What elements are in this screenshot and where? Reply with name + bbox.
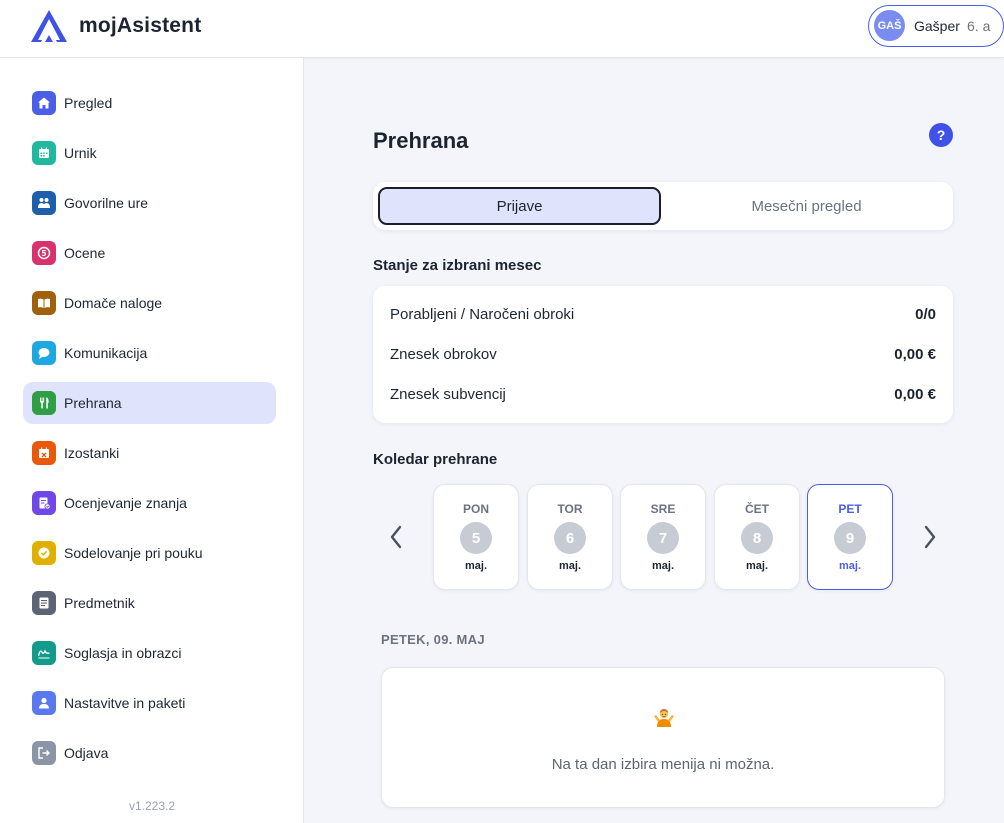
summary-row: Znesek subvencij 0,00 €	[390, 386, 936, 406]
sidebar-item-label: Ocene	[64, 245, 106, 261]
user-icon	[32, 691, 56, 715]
sidebar-item-label: Ocenjevanje znanja	[64, 495, 187, 511]
shrug-icon	[654, 709, 674, 727]
day-number: 5	[460, 522, 492, 554]
day-card-pet[interactable]: PET 9 maj.	[807, 484, 893, 590]
sidebar-item-pregled[interactable]: Pregled	[23, 82, 276, 124]
sidebar-item-soglasja-in-obrazci[interactable]: Soglasja in obrazci	[23, 632, 276, 674]
sidebar-item-label: Govorilne ure	[64, 195, 149, 211]
summary-row-label: Znesek subvencij	[390, 386, 506, 403]
people-icon	[32, 191, 56, 215]
chevron-left-icon	[390, 525, 402, 549]
day-card-cet[interactable]: ČET 8 maj.	[714, 484, 800, 590]
grade-icon: 5	[32, 241, 56, 265]
summary-row: Znesek obrokov 0,00 €	[390, 346, 936, 366]
sidebar-item-sodelovanje-pri-pouku[interactable]: Sodelovanje pri pouku	[23, 532, 276, 574]
sidebar-item-label: Nastavitve in paketi	[64, 695, 186, 711]
sidebar-item-komunikacija[interactable]: Komunikacija	[23, 332, 276, 374]
calendar-icon	[32, 141, 56, 165]
signature-icon	[32, 641, 56, 665]
day-card-pon[interactable]: PON 5 maj.	[433, 484, 519, 590]
day-name: PET	[838, 502, 862, 516]
day-number: 6	[554, 522, 586, 554]
app-name: mojAsistent	[79, 14, 202, 37]
sidebar-item-predmetnik[interactable]: Predmetnik	[23, 582, 276, 624]
sidebar-item-label: Soglasja in obrazci	[64, 645, 182, 661]
page-title: Prehrana	[373, 128, 469, 153]
user-name: Gašper	[914, 18, 960, 34]
day-number: 7	[647, 522, 679, 554]
chevron-right-icon	[924, 525, 936, 549]
cutlery-icon	[32, 391, 56, 415]
day-number: 8	[741, 522, 773, 554]
calendar-x-icon	[32, 441, 56, 465]
day-month: maj.	[558, 560, 581, 572]
sidebar-item-label: Komunikacija	[64, 345, 148, 361]
sidebar-item-domace-naloge[interactable]: Domače naloge	[23, 282, 276, 324]
chat-icon	[32, 341, 56, 365]
sidebar-item-label: Predmetnik	[64, 595, 135, 611]
top-bar: mojAsistent GAŠ Gašper 6. a	[0, 0, 1004, 58]
help-button[interactable]: ?	[929, 123, 953, 147]
day-name: TOR	[557, 502, 583, 516]
summary-row: Porabljeni / Naročeni obroki 0/0	[390, 306, 936, 326]
avatar: GAŠ	[874, 10, 905, 41]
sidebar: Pregled Urnik Govorilne ure 5 Ocene Doma…	[0, 58, 304, 823]
sidebar-item-prehrana[interactable]: Prehrana	[23, 382, 276, 424]
logout-icon	[32, 741, 56, 765]
svg-text:5: 5	[41, 249, 46, 258]
summary-card: Porabljeni / Naročeni obroki 0/0 Znesek …	[373, 286, 953, 423]
user-class: 6. a	[967, 18, 991, 34]
day-name: PON	[462, 502, 489, 516]
next-week-button[interactable]	[914, 519, 946, 555]
sidebar-item-label: Odjava	[64, 745, 109, 761]
day-month: maj.	[651, 560, 674, 572]
tab-mesecni-pregled[interactable]: Mesečni pregled	[665, 187, 948, 225]
day-card-tor[interactable]: TOR 6 maj.	[527, 484, 613, 590]
sidebar-item-urnik[interactable]: Urnik	[23, 132, 276, 174]
sidebar-item-label: Urnik	[64, 145, 97, 161]
day-name: SRE	[650, 502, 676, 516]
tab-prijave[interactable]: Prijave	[378, 187, 661, 225]
app-logo-icon[interactable]	[30, 9, 68, 43]
summary-title: Stanje za izbrani mesec	[373, 257, 542, 274]
sidebar-item-odjava[interactable]: Odjava	[23, 732, 276, 774]
sidebar-item-label: Prehrana	[64, 395, 122, 411]
menu-unavailable-card: Na ta dan izbira menija ni možna.	[381, 667, 945, 808]
sidebar-item-nastavitve-in-paketi[interactable]: Nastavitve in paketi	[23, 682, 276, 724]
sidebar-item-label: Izostanki	[64, 445, 120, 461]
sidebar-item-label: Pregled	[64, 95, 113, 111]
summary-row-label: Porabljeni / Naročeni obroki	[390, 306, 575, 323]
prev-week-button[interactable]	[380, 519, 412, 555]
summary-row-value: 0,00 €	[894, 386, 936, 403]
summary-row-value: 0/0	[915, 306, 936, 323]
list-icon	[32, 591, 56, 615]
empty-message: Na ta dan izbira menija ni možna.	[551, 756, 775, 773]
test-icon	[32, 491, 56, 515]
sidebar-item-ocene[interactable]: 5 Ocene	[23, 232, 276, 274]
day-month: maj.	[464, 560, 487, 572]
day-name: ČET	[745, 502, 769, 516]
sidebar-item-label: Sodelovanje pri pouku	[64, 545, 203, 561]
sidebar-item-govorilne-ure[interactable]: Govorilne ure	[23, 182, 276, 224]
check-badge-icon	[32, 541, 56, 565]
sidebar-item-ocenjevanje-znanja[interactable]: Ocenjevanje znanja	[23, 482, 276, 524]
selected-day-heading: PETEK, 09. MAJ	[381, 632, 485, 647]
home-icon	[32, 91, 56, 115]
sidebar-item-izostanki[interactable]: Izostanki	[23, 432, 276, 474]
summary-row-value: 0,00 €	[894, 346, 936, 363]
sidebar-item-label: Domače naloge	[64, 295, 163, 311]
user-menu-button[interactable]: GAŠ Gašper 6. a	[868, 5, 1004, 47]
app-version: v1.223.2	[128, 799, 176, 813]
view-tabs: Prijave Mesečni pregled	[373, 182, 953, 230]
day-card-sre[interactable]: SRE 7 maj.	[620, 484, 706, 590]
calendar-title: Koledar prehrane	[373, 451, 498, 468]
day-number: 9	[834, 522, 866, 554]
summary-row-label: Znesek obrokov	[390, 346, 497, 363]
day-month: maj.	[745, 560, 768, 572]
book-icon	[32, 291, 56, 315]
day-month: maj.	[838, 560, 861, 572]
